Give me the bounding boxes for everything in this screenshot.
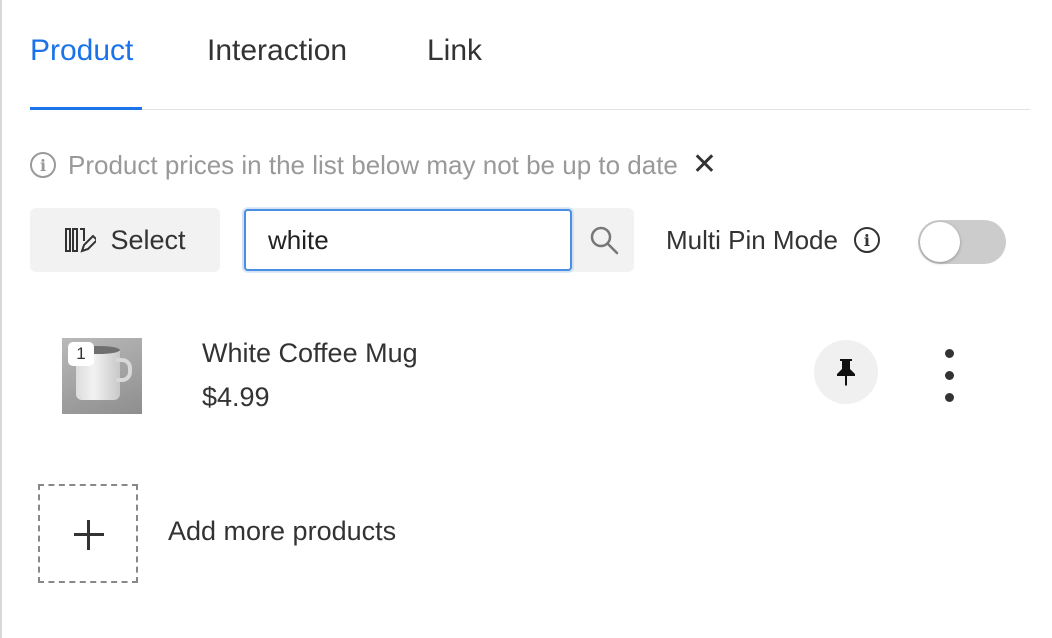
pin-button[interactable] — [814, 340, 878, 404]
add-more-products-label[interactable]: Add more products — [168, 516, 396, 547]
select-products-icon — [65, 228, 97, 253]
select-button-label: Select — [110, 224, 186, 255]
toggle-knob — [920, 222, 960, 262]
tab-product[interactable]: Product — [30, 34, 142, 110]
multi-pin-label: Multi Pin Mode — [666, 224, 838, 255]
mug-handle — [116, 358, 132, 382]
pin-icon — [837, 359, 855, 386]
info-icon: i — [30, 152, 56, 178]
product-thumbnail[interactable]: 1 — [62, 338, 142, 414]
price-notice: i Product prices in the list below may n… — [30, 148, 717, 182]
multi-pin-toggle[interactable] — [918, 220, 1006, 264]
product-name: White Coffee Mug — [202, 338, 418, 368]
tab-interaction[interactable]: Interaction — [207, 34, 347, 109]
search-input[interactable] — [244, 209, 572, 271]
notice-text: Product prices in the list below may not… — [68, 149, 678, 180]
info-icon[interactable]: i — [853, 227, 880, 253]
multi-pin-mode: Multi Pin Mode i — [666, 220, 880, 260]
more-vertical-icon[interactable] — [932, 345, 966, 407]
product-panel: Product Interaction Link i Product price… — [0, 0, 1052, 638]
search-box — [242, 208, 634, 272]
tab-link[interactable]: Link — [427, 34, 482, 109]
search-icon[interactable] — [588, 224, 620, 256]
select-button[interactable]: Select — [30, 208, 220, 272]
product-price: $4.99 — [202, 382, 270, 412]
tab-bar: Product Interaction Link — [30, 0, 1030, 110]
add-product-button[interactable] — [38, 484, 138, 583]
close-icon[interactable]: ✕ — [692, 150, 717, 180]
product-index-badge: 1 — [68, 342, 94, 366]
